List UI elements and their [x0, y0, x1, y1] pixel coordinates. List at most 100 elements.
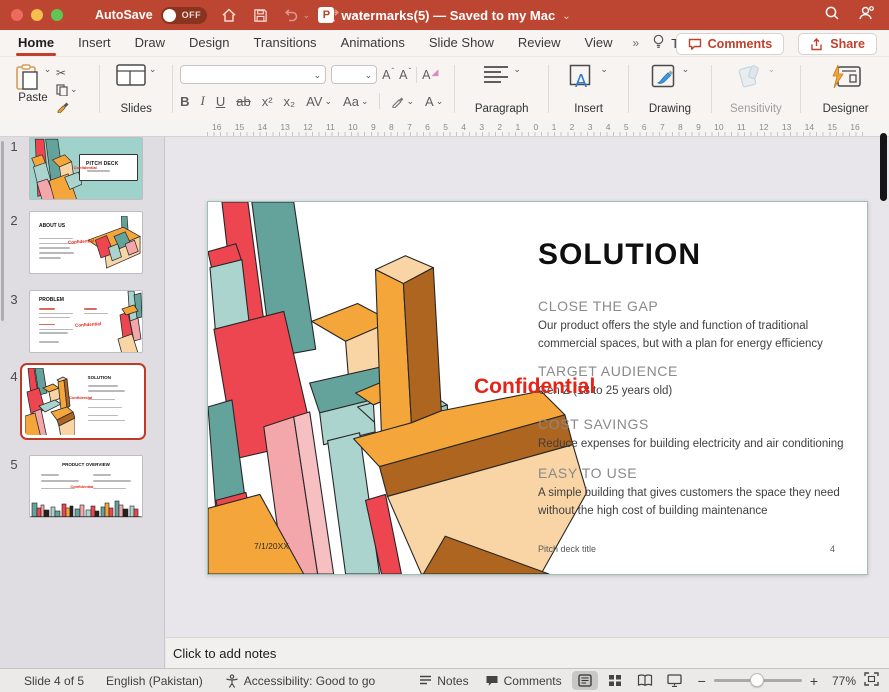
font-color-button[interactable]: A⌄: [425, 94, 443, 109]
section-heading[interactable]: EASY TO USE: [538, 465, 637, 481]
slide-page-number[interactable]: 4: [830, 544, 835, 554]
tab-insert[interactable]: Insert: [78, 31, 111, 56]
slide-thumbnail-5[interactable]: PRODUCT OVERVIEW Confidential: [29, 455, 143, 518]
comments-toggle[interactable]: Comments: [485, 674, 562, 688]
tab-view[interactable]: View: [585, 31, 613, 56]
accessibility-icon: [225, 674, 239, 688]
tab-review[interactable]: Review: [518, 31, 561, 56]
ribbon: ⌄ Paste ✂ ⌄ ⌄ Slides: [0, 57, 889, 120]
notes-placeholder[interactable]: Click to add notes: [173, 646, 276, 661]
search-icon[interactable]: [824, 5, 840, 26]
decrease-font-size-button[interactable]: Aˇ: [399, 68, 411, 82]
format-painter-icon[interactable]: [56, 100, 78, 113]
tab-overflow-icon[interactable]: »: [633, 36, 639, 50]
chevron-down-icon: ⌄: [600, 64, 608, 75]
paste-button[interactable]: ⌄ Paste: [10, 60, 56, 109]
slide-footer[interactable]: Pitch deck title: [538, 544, 596, 554]
character-spacing-button[interactable]: AV⌄: [306, 94, 332, 109]
accessibility-status[interactable]: Accessibility: Good to go: [225, 674, 375, 688]
underline-button[interactable]: U: [216, 94, 225, 109]
chevron-down-icon: ⌄: [436, 96, 444, 107]
normal-view-button[interactable]: [572, 671, 598, 690]
slide-title[interactable]: SOLUTION: [538, 238, 701, 272]
redo-icon[interactable]: [324, 7, 341, 24]
share-button[interactable]: Share: [798, 33, 877, 55]
font-name-select[interactable]: ⌄: [180, 65, 326, 84]
section-heading[interactable]: COST SAVINGS: [538, 416, 649, 432]
sensitivity-button: ⌄ Sensitivity: [719, 60, 794, 120]
superscript-button[interactable]: x²: [262, 94, 273, 109]
slide-thumbnail-2[interactable]: ABOUT US Confidential: [29, 211, 143, 274]
close-window-button[interactable]: [11, 9, 23, 21]
autosave-label: AutoSave: [95, 8, 153, 22]
minimize-window-button[interactable]: [31, 9, 43, 21]
zoom-window-button[interactable]: [51, 9, 63, 21]
zoom-out-button[interactable]: −: [698, 673, 706, 689]
home-icon[interactable]: [221, 7, 238, 24]
tab-animations[interactable]: Animations: [341, 31, 405, 56]
zoom-slider[interactable]: [714, 679, 802, 682]
insert-button[interactable]: A ⌄ Insert: [556, 60, 621, 120]
section-body[interactable]: Reduce expenses for building electricity…: [538, 436, 848, 454]
tab-slide-show[interactable]: Slide Show: [429, 31, 494, 56]
slide-date[interactable]: 7/1/20XX: [254, 541, 289, 551]
autosave-toggle[interactable]: OFF: [161, 7, 207, 24]
account-icon[interactable]: [858, 5, 875, 26]
slide-thumbnail-1[interactable]: PITCH DECK Confidential: [29, 137, 143, 200]
slides-button[interactable]: ⌄ Slides: [107, 60, 165, 120]
lightbulb-icon: [652, 34, 665, 52]
watermark: Confidential: [74, 165, 97, 170]
subscript-button[interactable]: x₂: [284, 94, 296, 109]
cityscape-graphic: [30, 495, 143, 517]
language-indicator[interactable]: English (Pakistan): [106, 674, 203, 688]
chevron-down-icon: ⌄: [406, 96, 414, 107]
main-vertical-scrollbar[interactable]: [880, 133, 887, 201]
section-body[interactable]: A simple building that gives customers t…: [538, 485, 848, 521]
change-case-button[interactable]: Aa⌄: [343, 94, 368, 109]
drawing-button[interactable]: ⌄ Drawing: [636, 60, 703, 120]
notes-pane[interactable]: Click to add notes: [166, 637, 889, 668]
tab-draw[interactable]: Draw: [135, 31, 165, 56]
slide-thumbnail-4-selected[interactable]: SOLUTION Confidential: [20, 363, 146, 440]
slide-thumbnail-4[interactable]: SOLUTION Confidential: [25, 368, 141, 435]
undo-icon[interactable]: [283, 7, 300, 24]
reading-view-button[interactable]: [632, 671, 658, 690]
more-toolbar-icon[interactable]: ···: [353, 7, 370, 23]
slide-canvas[interactable]: SOLUTION CLOSE THE GAP Our product offer…: [207, 201, 868, 575]
slide-sorter-view-button[interactable]: [602, 671, 628, 690]
zoom-slider-thumb[interactable]: [750, 673, 764, 687]
autosave-state: OFF: [182, 10, 202, 20]
slideshow-view-button[interactable]: [662, 671, 688, 690]
font-size-select[interactable]: ⌄: [331, 65, 377, 84]
comments-button[interactable]: Comments: [676, 33, 785, 55]
cut-icon[interactable]: ✂: [56, 66, 78, 79]
chevron-down-icon: ⌄: [513, 64, 521, 75]
thumbnail-number: 5: [2, 457, 26, 472]
strikethrough-button[interactable]: ab: [236, 94, 250, 109]
bold-button[interactable]: B: [180, 94, 189, 109]
document-title[interactable]: watermarks(5) — Saved to my Mac: [341, 8, 555, 23]
section-heading[interactable]: CLOSE THE GAP: [538, 298, 658, 314]
italic-button[interactable]: I: [201, 93, 205, 109]
highlight-pen-button[interactable]: ⌄: [391, 95, 414, 108]
zoom-level[interactable]: 77%: [826, 674, 856, 688]
tab-home[interactable]: Home: [18, 31, 54, 56]
save-icon[interactable]: [252, 7, 269, 24]
undo-chevron-icon[interactable]: ⌄: [303, 10, 311, 21]
fit-slide-to-window-button[interactable]: [864, 672, 879, 689]
section-body[interactable]: Our product offers the style and functio…: [538, 318, 848, 354]
paragraph-button[interactable]: ⌄ Paragraph: [462, 60, 541, 120]
copy-icon[interactable]: ⌄: [56, 83, 78, 96]
zoom-in-button[interactable]: +: [810, 673, 818, 689]
titlebar: AutoSave OFF ⌄ ··· P watermarks(5) — Sav…: [0, 0, 889, 30]
confidential-watermark[interactable]: Confidential: [474, 375, 595, 399]
slide-thumbnail-3[interactable]: PROBLEM Confidential: [29, 290, 143, 353]
tab-design[interactable]: Design: [189, 31, 229, 56]
clear-formatting-button[interactable]: A◢: [422, 68, 438, 82]
designer-button[interactable]: Designer: [808, 60, 883, 120]
title-chevron-icon[interactable]: ⌄: [562, 11, 570, 22]
notes-toggle[interactable]: Notes: [419, 674, 468, 688]
tab-transitions[interactable]: Transitions: [253, 31, 316, 56]
increase-font-size-button[interactable]: Aˆ: [382, 68, 394, 82]
svg-text:A: A: [575, 71, 587, 90]
